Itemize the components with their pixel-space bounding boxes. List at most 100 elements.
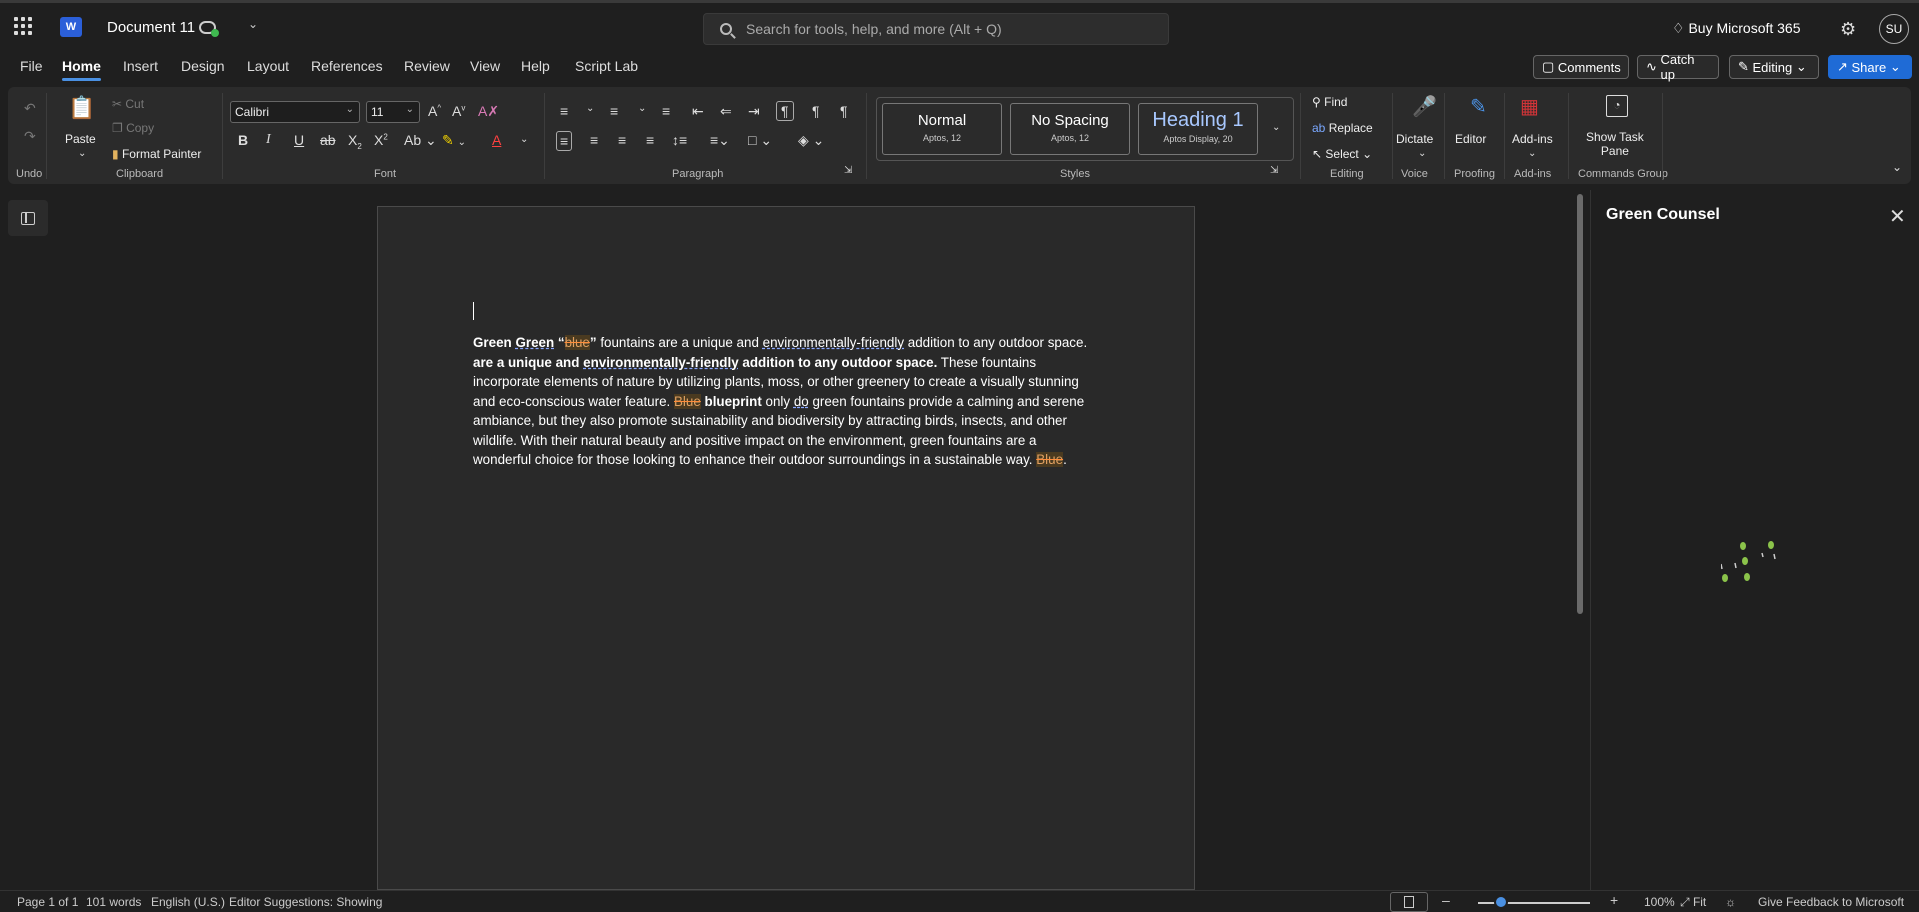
paste-button[interactable]: Paste: [65, 132, 96, 146]
zoom-slider-thumb[interactable]: [1494, 895, 1508, 909]
tab-view[interactable]: View: [470, 58, 500, 74]
multilevel-list-icon[interactable]: ≡: [662, 104, 670, 118]
catch-up-button[interactable]: ∿ Catch up: [1637, 52, 1719, 82]
avatar[interactable]: SU: [1879, 14, 1909, 44]
tracked-deletion[interactable]: Blue: [673, 393, 701, 409]
font-color-icon[interactable]: A: [492, 133, 501, 147]
zoom-out-icon[interactable]: –: [1442, 892, 1450, 908]
styles-settings-icon[interactable]: ⇲: [1270, 166, 1278, 176]
navigation-pane-button[interactable]: [8, 200, 48, 236]
tab-script-lab[interactable]: Script Lab: [575, 58, 638, 74]
page-count[interactable]: Page 1 of 1: [17, 895, 78, 909]
paragraph-spacing-icon[interactable]: ≡⌄: [710, 133, 730, 147]
tab-design[interactable]: Design: [181, 58, 225, 74]
document-body[interactable]: Green Green “blue” fountains are a uniqu…: [473, 333, 1093, 470]
page-view-button[interactable]: [1390, 892, 1428, 912]
paste-icon[interactable]: 📋: [68, 97, 95, 119]
chevron-down-icon[interactable]: ⌄: [248, 17, 258, 31]
clear-formatting-icon[interactable]: A✗: [478, 104, 499, 118]
gear-icon[interactable]: ⚙: [1840, 19, 1856, 40]
change-case-icon[interactable]: Ab ⌄: [404, 133, 437, 147]
tab-insert[interactable]: Insert: [123, 58, 158, 74]
editor-suggestion[interactable]: environmentally-friendly: [763, 335, 904, 350]
document-title[interactable]: Document 11: [107, 19, 195, 36]
search-input[interactable]: Search for tools, help, and more (Alt + …: [703, 13, 1169, 45]
subscript-icon[interactable]: X2: [348, 133, 362, 151]
dictate-button[interactable]: Dictate: [1396, 132, 1433, 146]
chevron-down-icon[interactable]: ⌄: [586, 104, 594, 114]
vertical-scrollbar[interactable]: [1577, 194, 1583, 614]
editor-button[interactable]: Editor: [1455, 132, 1486, 146]
grow-font-icon[interactable]: A^: [428, 104, 441, 118]
tab-review[interactable]: Review: [404, 58, 450, 74]
app-launcher-icon[interactable]: [14, 17, 32, 35]
buy-microsoft-365-link[interactable]: ♢ Buy Microsoft 365: [1672, 20, 1801, 37]
zoom-in-icon[interactable]: +: [1610, 892, 1618, 908]
share-button[interactable]: ↗ Share ⌄: [1828, 55, 1912, 79]
paragraph-settings-icon[interactable]: ⇲: [844, 166, 852, 176]
tab-home[interactable]: Home: [62, 58, 101, 81]
bullets-icon[interactable]: ≡: [560, 104, 568, 118]
redo-icon[interactable]: ↷: [24, 129, 36, 143]
tracked-deletion[interactable]: blue: [564, 335, 590, 350]
tracked-deletion[interactable]: Blue: [1036, 452, 1064, 467]
align-right-icon[interactable]: ≡: [618, 133, 626, 147]
show-task-pane-icon[interactable]: ◔: [1606, 95, 1628, 117]
numbering-icon[interactable]: ≡: [610, 104, 618, 118]
word-count[interactable]: 101 words: [86, 895, 141, 909]
feedback-link[interactable]: Give Feedback to Microsoft: [1758, 895, 1904, 909]
underline-icon[interactable]: U: [294, 133, 304, 147]
decrease-indent-alt-icon[interactable]: ⇐: [720, 104, 732, 118]
highlight-icon[interactable]: ✎ ⌄: [442, 133, 466, 148]
editor-suggestion[interactable]: do: [794, 394, 809, 409]
select-button[interactable]: ↖ Select ⌄: [1312, 147, 1372, 161]
collapse-ribbon-icon[interactable]: ⌄: [1892, 161, 1902, 173]
show-task-pane-button[interactable]: Show Task Pane: [1586, 130, 1644, 158]
show-formatting-icon[interactable]: ¶: [776, 101, 794, 121]
font-size-select[interactable]: 11 ⌄: [366, 101, 420, 123]
justify-icon[interactable]: ≡: [646, 133, 654, 147]
styles-more-icon[interactable]: ⌄: [1272, 123, 1280, 133]
comments-button[interactable]: ▢ Comments: [1533, 55, 1629, 79]
align-center-icon[interactable]: ≡: [590, 133, 598, 147]
line-spacing-icon[interactable]: ↕≡: [672, 133, 687, 147]
editing-mode-button[interactable]: ✎ Editing ⌄: [1729, 55, 1819, 79]
undo-icon[interactable]: ↶: [24, 101, 36, 115]
microphone-icon[interactable]: 🎤: [1412, 97, 1437, 117]
format-painter-button[interactable]: ▮ Format Painter: [112, 147, 201, 161]
ltr-icon[interactable]: ¶: [812, 104, 820, 118]
font-name-select[interactable]: Calibri ⌄: [230, 101, 360, 123]
editor-suggestions-status[interactable]: Editor Suggestions: Showing: [229, 895, 382, 909]
editor-suggestion[interactable]: environmentally-friendly: [583, 355, 739, 370]
style-normal[interactable]: Normal Aptos, 12: [882, 103, 1002, 155]
tab-layout[interactable]: Layout: [247, 58, 289, 74]
editor-icon[interactable]: ✎: [1470, 97, 1487, 117]
decrease-indent-icon[interactable]: ⇤: [692, 104, 704, 118]
chevron-down-icon[interactable]: ⌄: [1418, 149, 1426, 159]
chevron-down-icon[interactable]: ⌄: [78, 149, 86, 159]
tab-help[interactable]: Help: [521, 58, 550, 74]
italic-icon[interactable]: I: [266, 133, 271, 147]
theme-toggle-icon[interactable]: ☼: [1725, 895, 1736, 909]
style-heading-1[interactable]: Heading 1 Aptos Display, 20: [1138, 103, 1258, 155]
addins-button[interactable]: Add-ins: [1512, 132, 1553, 146]
close-icon[interactable]: ✕: [1889, 204, 1906, 229]
tab-file[interactable]: File: [20, 58, 43, 74]
find-button[interactable]: ⚲ Find: [1312, 95, 1347, 109]
tab-references[interactable]: References: [311, 58, 383, 74]
fit-button[interactable]: ⤢ Fit: [1680, 895, 1706, 910]
pilcrow-icon[interactable]: ¶: [840, 104, 848, 118]
bold-icon[interactable]: B: [238, 133, 248, 147]
shading-icon[interactable]: ◈ ⌄: [798, 133, 824, 147]
chevron-down-icon[interactable]: ⌄: [520, 135, 528, 145]
align-left-icon[interactable]: ≡: [556, 131, 573, 151]
strikethrough-icon[interactable]: ab: [320, 133, 336, 147]
language-status[interactable]: English (U.S.): [151, 895, 225, 909]
style-no-spacing[interactable]: No Spacing Aptos, 12: [1010, 103, 1130, 155]
addins-icon[interactable]: ▦: [1520, 97, 1539, 117]
superscript-icon[interactable]: X2: [374, 133, 388, 147]
cut-button[interactable]: ✂ Cut: [112, 97, 144, 111]
borders-icon[interactable]: □ ⌄: [748, 133, 772, 147]
zoom-level[interactable]: 100%: [1644, 895, 1675, 909]
copy-button[interactable]: ❐ Copy: [112, 121, 154, 135]
